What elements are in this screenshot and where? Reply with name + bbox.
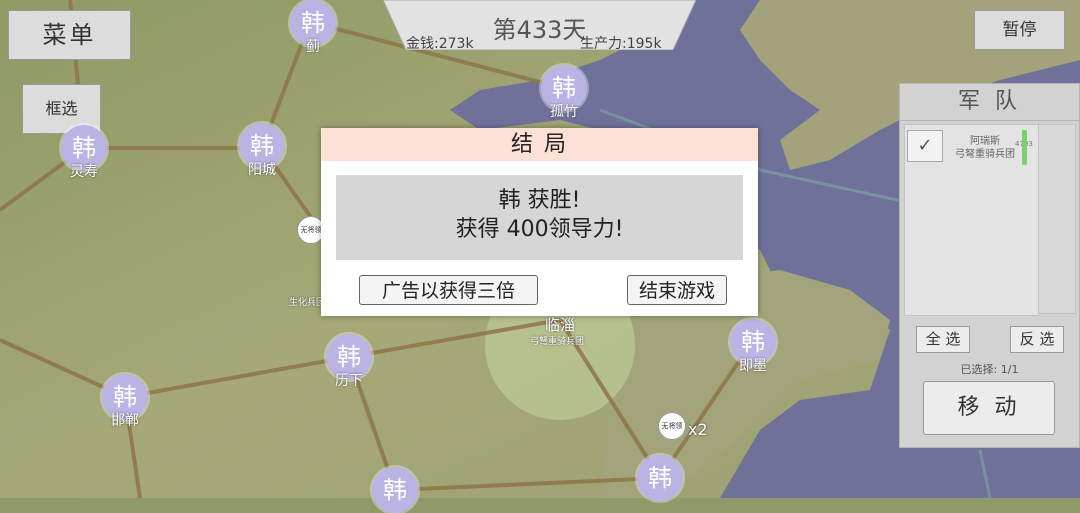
- unit-list-scrollbar[interactable]: [1038, 124, 1076, 314]
- city-faction-badge: 韩: [637, 455, 683, 501]
- unit-list[interactable]: ✓ 阿瑞斯 弓弩重骑兵团 4793: [904, 124, 1039, 316]
- city-name: 阳城: [248, 162, 276, 178]
- city-lixia[interactable]: 韩 历下: [324, 334, 374, 390]
- menu-button[interactable]: 菜单: [8, 10, 131, 60]
- move-button[interactable]: 移 动: [923, 381, 1055, 435]
- army-pin[interactable]: 无将领: [658, 412, 686, 440]
- select-all-button[interactable]: 全 选: [916, 326, 970, 353]
- unit-checkbox[interactable]: ✓: [907, 130, 943, 162]
- city-southeast[interactable]: 韩: [635, 455, 685, 501]
- city-lingshou[interactable]: 韩 灵寿: [59, 125, 109, 181]
- watch-ad-button[interactable]: 广告以获得三倍: [359, 275, 538, 305]
- city-name: 孤竹: [550, 104, 578, 120]
- pause-button[interactable]: 暂停: [974, 10, 1065, 50]
- city-handan[interactable]: 韩 邯郸: [100, 374, 150, 430]
- city-yangcheng[interactable]: 韩 阳城: [237, 123, 287, 179]
- selected-count: 已选择: 1/1: [960, 363, 1019, 376]
- status-bar: 第433天 金钱:273k 生产力:195k: [383, 0, 696, 52]
- army-stack-count: x2: [688, 420, 708, 439]
- city-ji[interactable]: 韩 蓟: [288, 0, 338, 56]
- city-guzhu[interactable]: 韩 孤竹: [539, 65, 589, 121]
- city-name: 蓟: [306, 39, 320, 55]
- city-name: 灵寿: [70, 164, 98, 180]
- unit-type: 弓弩重骑兵团: [955, 149, 1015, 160]
- army-panel: 军 队 ✓ 阿瑞斯 弓弩重骑兵团 4793 全 选 反 选 已选择: 1/1 移…: [899, 83, 1080, 448]
- dialog-message: 韩 获胜! 获得 400领导力!: [336, 175, 743, 260]
- city-name: 即墨: [739, 358, 767, 374]
- army-panel-title: 军 队: [900, 84, 1079, 121]
- money-readout: 金钱:273k: [406, 36, 474, 52]
- unit-label: 生化兵团: [289, 298, 326, 308]
- invert-selection-button[interactable]: 反 选: [1010, 326, 1064, 353]
- end-game-button[interactable]: 结束游戏: [627, 275, 727, 305]
- reward-text: 获得 400领导力!: [455, 217, 624, 242]
- victory-text: 韩 获胜!: [498, 188, 581, 213]
- city-faction-badge: 韩: [372, 467, 418, 513]
- city-south[interactable]: 韩: [370, 467, 420, 513]
- city-name: 临淄: [544, 316, 575, 334]
- city-name: 历下: [335, 373, 363, 389]
- city-jimo[interactable]: 韩 即墨: [728, 319, 778, 375]
- unit-health-bar: [1022, 130, 1027, 165]
- dialog-title: 结 局: [321, 128, 758, 161]
- city-name: 邯郸: [111, 413, 139, 429]
- game-over-dialog: 结 局 韩 获胜! 获得 400领导力! 广告以获得三倍 结束游戏: [321, 128, 758, 316]
- unit-label: 弓弩重骑兵团: [530, 337, 585, 347]
- production-readout: 生产力:195k: [580, 36, 662, 52]
